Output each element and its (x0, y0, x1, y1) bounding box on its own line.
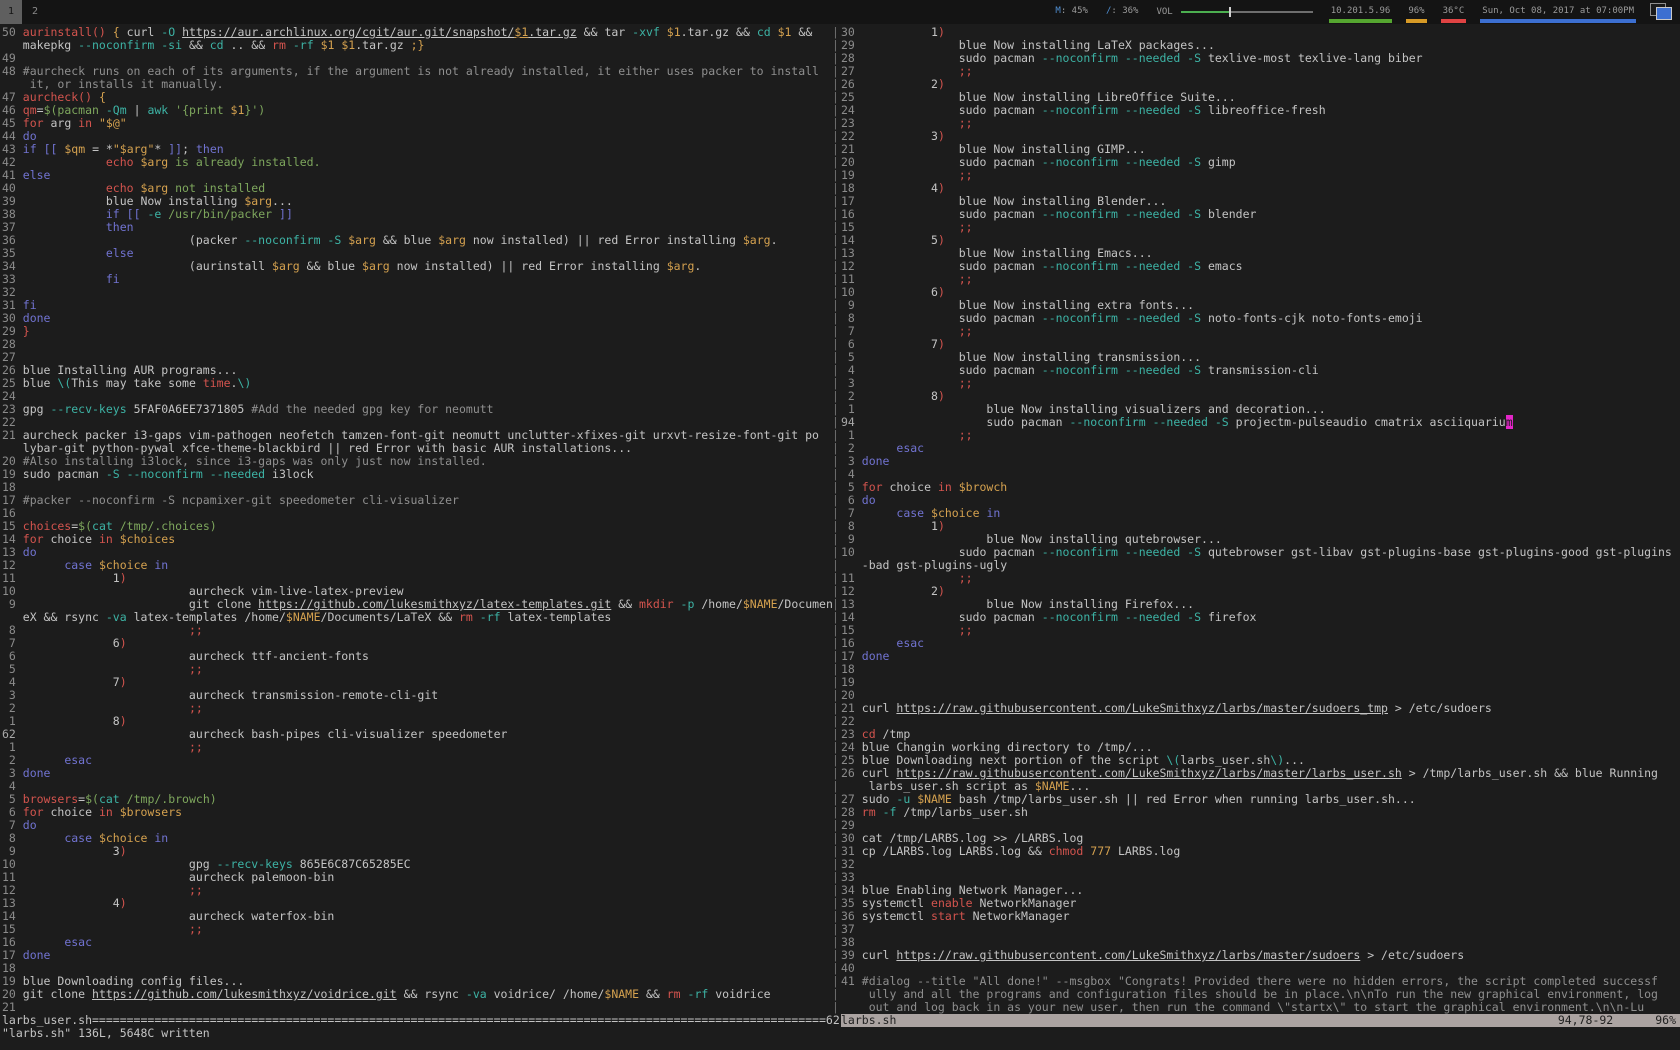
statusline-ruler: 94,78-92 (1558, 1014, 1613, 1027)
terminal: 50aurinstall() { curl -O https://aur.arc… (0, 24, 1680, 1050)
code-line[interactable]: 19 ;; (841, 169, 1680, 182)
code-line[interactable]: 34 (aurinstall $arg && blue $arg now ins… (2, 260, 832, 273)
code-line[interactable]: 31fi (2, 299, 832, 312)
code-line[interactable]: 15 ;; (2, 923, 832, 936)
code-line[interactable]: 21curl https://raw.githubusercontent.com… (841, 702, 1680, 715)
volume-label: VOL (1156, 1, 1172, 23)
code-line[interactable]: 37 (841, 923, 1680, 936)
code-line[interactable]: 2 esac (841, 442, 1680, 455)
code-line[interactable]: 33 fi (2, 273, 832, 286)
code-line[interactable]: 5for choice in $browch (841, 481, 1680, 494)
code-line[interactable]: 6for choice in $browsers (2, 806, 832, 819)
code-line[interactable]: 20git clone https://github.com/lukesmith… (2, 988, 832, 1001)
code-line[interactable]: 16 esac (2, 936, 832, 949)
workspace-button-1[interactable]: 1 (0, 0, 22, 24)
battery-value: 96% (1408, 6, 1424, 16)
code-line[interactable]: 19sudo pacman -S --noconfirm --needed i3… (2, 468, 832, 481)
code-line[interactable]: 1 ;; (2, 741, 832, 754)
code-line[interactable]: 3done (2, 767, 832, 780)
code-line[interactable]: 15 ;; (841, 624, 1680, 637)
code-line[interactable]: 18 (841, 663, 1680, 676)
ip-address: 10.201.5.96 (1329, 0, 1393, 24)
line-number: 41 (841, 975, 855, 988)
line-number: 21 (2, 1001, 16, 1014)
ip-value: 10.201.5.96 (1331, 6, 1391, 16)
volume-fill (1181, 11, 1229, 13)
code-line[interactable]: 2 esac (2, 754, 832, 767)
window-separator[interactable]: | | | | | | | | | | | | | | | | | | | | … (832, 26, 839, 1014)
code-line[interactable]: 42 echo $arg is already installed. (2, 156, 832, 169)
temp-value: 36°C (1443, 6, 1465, 16)
code-line[interactable]: 16 esac (841, 637, 1680, 650)
disk-indicator: /: 36% (1104, 0, 1141, 24)
ip-underline (1329, 19, 1393, 23)
code-line[interactable]: out and log back in as your new user, th… (841, 1001, 1680, 1014)
code-line[interactable]: 31cp /LARBS.log LARBS.log && chmod 777 L… (841, 845, 1680, 858)
desktop: 1 2 M: 45% /: 36% VOL 10.201.5.96 96% 36… (0, 0, 1680, 1050)
code-line[interactable]: 23gpg --recv-keys 5FAF0A6EE7371805 #Add … (2, 403, 832, 416)
vim-window-left[interactable]: 50aurinstall() { curl -O https://aur.arc… (2, 26, 832, 1014)
code-line[interactable]: 7 case $choice in (841, 507, 1680, 520)
date-underline (1480, 19, 1636, 23)
volume-control[interactable]: VOL (1154, 0, 1314, 24)
code-line[interactable]: 11 ;; (841, 572, 1680, 585)
code-line[interactable]: 32 (841, 858, 1680, 871)
workspace-button-2[interactable]: 2 (24, 0, 46, 24)
code-line[interactable]: 3 ;; (841, 377, 1680, 390)
line-number: 50 (2, 26, 16, 39)
line-number: 26 (841, 767, 855, 780)
code-line[interactable]: 30done (2, 312, 832, 325)
disk-value: : 36% (1111, 6, 1138, 16)
vim-commandline: "larbs.sh" 136L, 5648C written (2, 1027, 210, 1040)
code-line[interactable]: 45for arg in "$@" (2, 117, 832, 130)
line-number: 9 (2, 598, 16, 611)
code-line[interactable]: 17done (2, 949, 832, 962)
battery-level: 96% (1406, 0, 1426, 24)
cpu-temp: 36°C (1441, 0, 1467, 24)
code-line[interactable]: 7 ;; (841, 325, 1680, 338)
code-line[interactable]: 11 ;; (841, 273, 1680, 286)
code-line[interactable]: 23 ;; (841, 117, 1680, 130)
status-bar: 1 2 M: 45% /: 36% VOL 10.201.5.96 96% 36… (0, 0, 1680, 24)
line-number: 21 (2, 429, 16, 442)
volume-slider[interactable] (1181, 7, 1313, 17)
code-line[interactable]: makepkg --noconfirm -si && cd .. && rm -… (2, 39, 832, 52)
code-line[interactable]: 14for choice in $choices (2, 533, 832, 546)
line-number: 48 (2, 65, 16, 78)
code-line[interactable]: 22 (841, 715, 1680, 728)
line-number: 10 (841, 546, 855, 559)
code-line[interactable]: 15 ;; (841, 221, 1680, 234)
code-line[interactable]: 21 (2, 1001, 832, 1014)
battery-underline (1406, 19, 1426, 23)
code-line[interactable]: 29} (2, 325, 832, 338)
statusline-filename: larbs.sh (841, 1014, 896, 1027)
code-line[interactable]: 3done (841, 455, 1680, 468)
temp-underline (1441, 19, 1467, 23)
clock: Sun, Oct 08, 2017 at 07:00PM (1480, 0, 1636, 24)
code-line[interactable]: 27 ;; (841, 65, 1680, 78)
memory-indicator: M: 45% (1053, 0, 1090, 24)
volume-track (1231, 11, 1313, 13)
code-line[interactable]: 28rm -f /tmp/larbs_user.sh (841, 806, 1680, 819)
code-line[interactable]: 19 (841, 676, 1680, 689)
code-line[interactable]: 17done (841, 650, 1680, 663)
display-icon[interactable] (1650, 2, 1674, 22)
display-icon-screen (1656, 7, 1672, 20)
vim-statusline-right: larbs.sh 94,78-92 96% (841, 1014, 1680, 1027)
statusline-percent: 96% (1655, 1014, 1676, 1027)
code-line[interactable]: 25blue \(This may take some time.\) (2, 377, 832, 390)
code-line[interactable]: 28 (2, 338, 832, 351)
date-value: Sun, Oct 08, 2017 at 07:00PM (1482, 6, 1634, 16)
code-line[interactable]: it, or installs it manually. (2, 78, 832, 91)
code-line[interactable]: 17#packer --noconfirm -S ncpamixer-git s… (2, 494, 832, 507)
code-line[interactable]: 36systemctl start NetworkManager (841, 910, 1680, 923)
system-stats: M: 45% /: 36% VOL 10.201.5.96 96% 36°C S… (1053, 0, 1674, 24)
vim-window-right[interactable]: 30 1)29 blue Now installing LaTeX packag… (841, 26, 1680, 1014)
memory-value: : 45% (1061, 6, 1088, 16)
code-line[interactable]: 1 ;; (841, 429, 1680, 442)
code-line[interactable]: 32 (2, 286, 832, 299)
code-line[interactable]: 39curl https://raw.githubusercontent.com… (841, 949, 1680, 962)
